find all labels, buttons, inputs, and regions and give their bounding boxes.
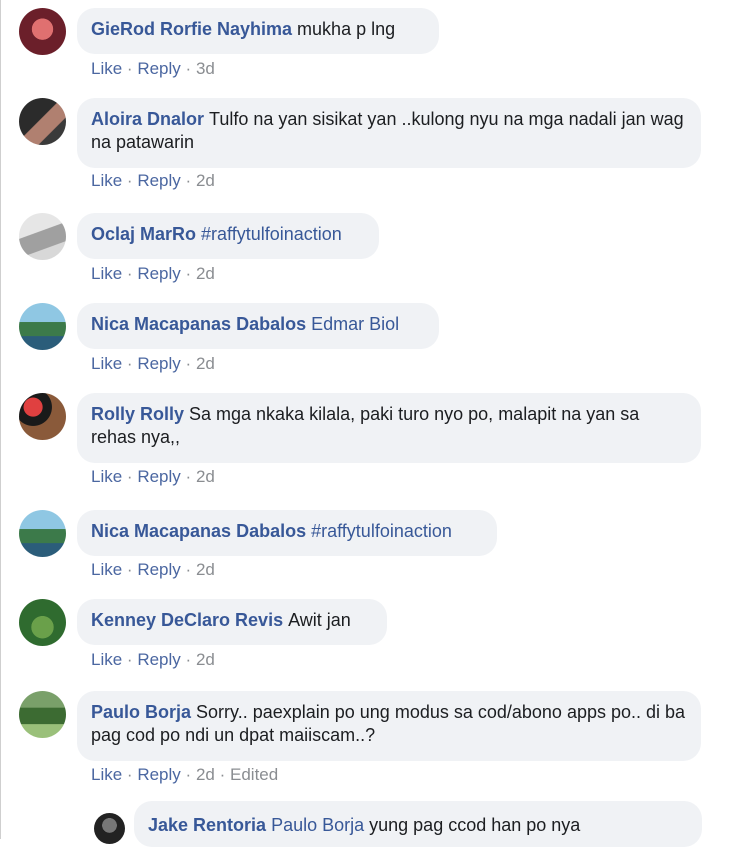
separator: ·	[126, 264, 133, 283]
comment-text: mukha p lng	[297, 19, 396, 39]
comment-time[interactable]: 2d	[196, 560, 215, 579]
avatar[interactable]	[19, 691, 66, 738]
avatar[interactable]	[19, 8, 66, 55]
comment-time[interactable]: 2d	[196, 171, 215, 190]
reply-button[interactable]: Reply	[137, 765, 180, 784]
like-button[interactable]: Like	[91, 171, 122, 190]
comment-actions: Like · Reply · 2d	[91, 171, 215, 191]
commenter-name[interactable]: Oclaj MarRo	[91, 224, 196, 244]
comment-time[interactable]: 2d	[196, 765, 215, 784]
comment-actions: Like · Reply · 2d	[91, 650, 215, 670]
separator: ·	[185, 765, 192, 784]
separator: ·	[185, 560, 192, 579]
separator: ·	[185, 354, 192, 373]
comment-actions: Like · Reply · 2d · Edited	[91, 765, 278, 785]
mention-link[interactable]: Paulo Borja	[271, 815, 364, 835]
comment-actions: Like · Reply · 2d	[91, 467, 215, 487]
comment-bubble: Nica Macapanas Dabalos #raffytulfoinactio…	[77, 510, 497, 556]
avatar[interactable]	[19, 393, 66, 440]
separator: ·	[185, 171, 192, 190]
separator: ·	[126, 560, 133, 579]
commenter-name[interactable]: Nica Macapanas Dabalos	[91, 314, 306, 334]
comment-bubble: Rolly Rolly Sa mga nkaka kilala, paki tur…	[77, 393, 701, 463]
comment-bubble: Jake Rentoria Paulo Borja yung pag ccod h…	[134, 801, 702, 847]
commenter-name[interactable]: Paulo Borja	[91, 702, 191, 722]
comment-bubble: GieRod Rorfie Nayhima mukha p lng	[77, 8, 439, 54]
separator: ·	[126, 59, 133, 78]
avatar[interactable]	[19, 213, 66, 260]
reply-button[interactable]: Reply	[137, 171, 180, 190]
comment-time[interactable]: 3d	[196, 59, 215, 78]
separator: ·	[126, 650, 133, 669]
commenter-name[interactable]: Aloira Dnalor	[91, 109, 204, 129]
avatar[interactable]	[19, 510, 66, 557]
avatar[interactable]	[19, 303, 66, 350]
mention-link[interactable]: Edmar Biol	[311, 314, 399, 334]
avatar[interactable]	[94, 813, 125, 844]
comment-actions: Like · Reply · 2d	[91, 264, 215, 284]
reply-button[interactable]: Reply	[137, 264, 180, 283]
commenter-name[interactable]: Nica Macapanas Dabalos	[91, 521, 306, 541]
separator: ·	[185, 264, 192, 283]
commenter-name[interactable]: GieRod Rorfie Nayhima	[91, 19, 292, 39]
comment-actions: Like · Reply · 3d	[91, 59, 215, 79]
comment-time[interactable]: 2d	[196, 650, 215, 669]
comment-actions: Like · Reply · 2d	[91, 354, 215, 374]
avatar[interactable]	[19, 599, 66, 646]
comment-bubble: Nica Macapanas Dabalos Edmar Biol	[77, 303, 439, 349]
commenter-name[interactable]: Kenney DeClaro Revis	[91, 610, 283, 630]
comment-bubble: Aloira Dnalor Tulfo na yan sisikat yan ..…	[77, 98, 701, 168]
separator: ·	[185, 650, 192, 669]
comment-time[interactable]: 2d	[196, 354, 215, 373]
reply-button[interactable]: Reply	[137, 650, 180, 669]
hashtag-link[interactable]: #raffytulfoinaction	[311, 521, 452, 541]
separator: ·	[126, 354, 133, 373]
separator: ·	[185, 59, 192, 78]
reply-button[interactable]: Reply	[137, 467, 180, 486]
reply-button[interactable]: Reply	[137, 354, 180, 373]
separator: ·	[126, 765, 133, 784]
like-button[interactable]: Like	[91, 264, 122, 283]
avatar[interactable]	[19, 98, 66, 145]
commenter-name[interactable]: Jake Rentoria	[148, 815, 266, 835]
separator: ·	[126, 467, 133, 486]
comment-bubble: Paulo Borja Sorry.. paexplain po ung modu…	[77, 691, 701, 761]
comment-time[interactable]: 2d	[196, 467, 215, 486]
reply-button[interactable]: Reply	[137, 560, 180, 579]
like-button[interactable]: Like	[91, 560, 122, 579]
edited-label[interactable]: Edited	[230, 765, 278, 784]
hashtag-link[interactable]: #raffytulfoinaction	[201, 224, 342, 244]
comment-text: Awit jan	[288, 610, 351, 630]
comment-actions: Like · Reply · 2d	[91, 560, 215, 580]
separator: ·	[185, 467, 192, 486]
like-button[interactable]: Like	[91, 354, 122, 373]
like-button[interactable]: Like	[91, 765, 122, 784]
comment-text: yung pag ccod han po nya	[369, 815, 581, 835]
like-button[interactable]: Like	[91, 650, 122, 669]
comment-bubble: Kenney DeClaro Revis Awit jan	[77, 599, 387, 645]
comment-time[interactable]: 2d	[196, 264, 215, 283]
like-button[interactable]: Like	[91, 59, 122, 78]
like-button[interactable]: Like	[91, 467, 122, 486]
comment-bubble: Oclaj MarRo #raffytulfoinaction	[77, 213, 379, 259]
separator: ·	[126, 171, 133, 190]
separator: ·	[219, 765, 226, 784]
reply-button[interactable]: Reply	[137, 59, 180, 78]
commenter-name[interactable]: Rolly Rolly	[91, 404, 184, 424]
